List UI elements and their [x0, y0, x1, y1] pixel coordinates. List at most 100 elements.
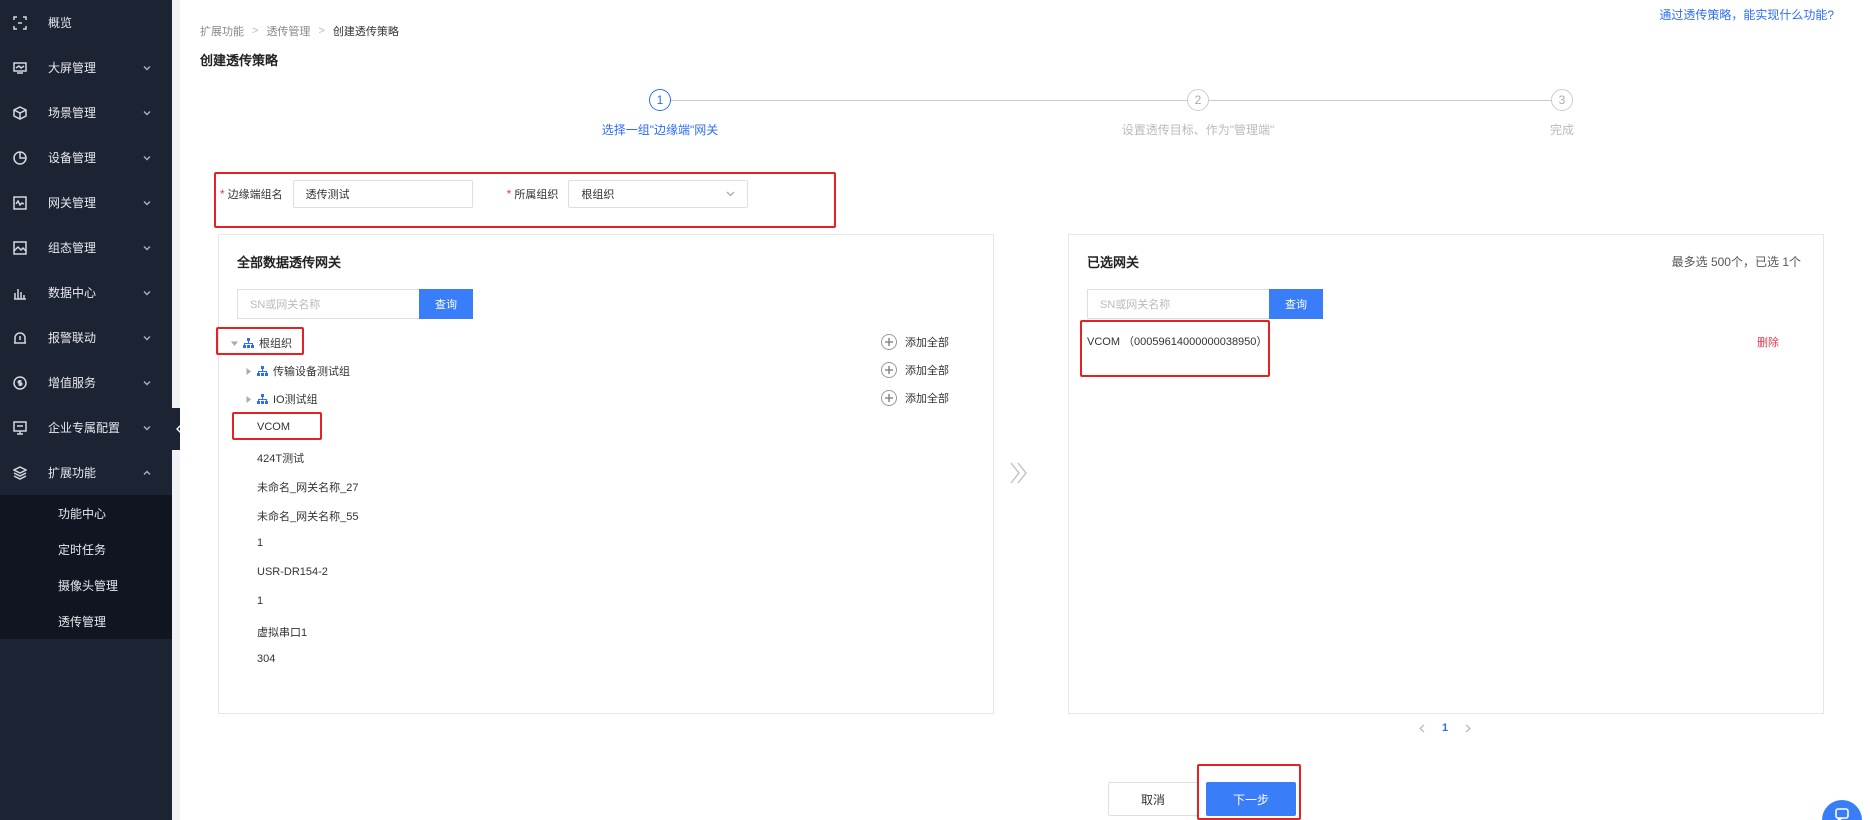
pagination: 1: [1416, 722, 1474, 734]
step-connector: [1209, 100, 1551, 101]
dollar-icon: [13, 375, 27, 390]
add-all-button[interactable]: 添加全部: [881, 334, 949, 350]
org-icon: [257, 393, 268, 405]
sidebar-item-enterprise[interactable]: 企业专属配置: [0, 405, 172, 450]
gateway-item[interactable]: 未命名_网关名称_55: [257, 508, 358, 524]
next-page-icon[interactable]: [1462, 722, 1474, 734]
sidebar: 概览 大屏管理 场景管理 设备管理 网关管理 组态管理 数据中心 报警联动 增值…: [0, 0, 172, 820]
panel-title: 全部数据透传网关: [237, 255, 342, 270]
sidebar-item-config[interactable]: 组态管理: [0, 225, 172, 270]
gateway-item[interactable]: 424T测试: [257, 450, 304, 466]
delete-button[interactable]: 删除: [1757, 334, 1779, 350]
breadcrumb-separator-icon: >: [318, 25, 325, 37]
chat-icon: [1835, 808, 1849, 820]
sidebar-item-scene[interactable]: 场景管理: [0, 90, 172, 135]
form-row: * 边缘端组名 透传测试 * 所属组织 根组织: [220, 180, 749, 208]
org-icon: [243, 337, 254, 349]
selection-count: 最多选 500个，已选 1个: [1671, 255, 1801, 269]
edge-group-label: 边缘端组名: [227, 189, 283, 201]
sidebar-subitem-passthrough[interactable]: 透传管理: [0, 603, 172, 639]
sidebar-item-data-center[interactable]: 数据中心: [0, 270, 172, 315]
scan-icon: [13, 15, 27, 30]
gateway-icon: [13, 195, 27, 210]
breadcrumb-current: 创建透传策略: [332, 26, 399, 38]
sidebar-item-extensions[interactable]: 扩展功能: [0, 450, 172, 495]
search-row: SN或网关名称 查询: [237, 289, 473, 319]
tree-node-group[interactable]: IO测试组: [243, 388, 318, 410]
edge-group-name-input[interactable]: 透传测试: [292, 180, 473, 208]
sidebar-item-device[interactable]: 设备管理: [0, 135, 172, 180]
caret-down-icon[interactable]: [229, 338, 239, 348]
org-icon: [257, 365, 268, 377]
tree-node-root[interactable]: 根组织: [229, 332, 292, 354]
gateway-item[interactable]: 1: [257, 537, 263, 549]
chevron-down-icon: [142, 62, 152, 72]
gateway-item[interactable]: USR-DR154-2: [257, 566, 328, 578]
gateway-item[interactable]: VCOM: [257, 421, 290, 433]
panel-title: 已选网关: [1087, 255, 1140, 270]
step-connector: [661, 100, 1187, 101]
org-select[interactable]: 根组织: [568, 180, 749, 208]
step-2-indicator: 2: [1187, 89, 1209, 111]
config-icon: [13, 420, 27, 435]
chevron-down-icon: [142, 152, 152, 162]
alarm-icon: [13, 331, 27, 345]
right-search-button[interactable]: 查询: [1269, 289, 1323, 319]
sidebar-subitem-camera[interactable]: 摄像头管理: [0, 567, 172, 603]
step-1-label: 选择一组"边缘端"网关: [601, 123, 719, 137]
left-search-button[interactable]: 查询: [419, 289, 473, 319]
next-button[interactable]: 下一步: [1206, 782, 1296, 816]
sidebar-subitem-function-center[interactable]: 功能中心: [0, 495, 172, 531]
chevron-down-icon: [726, 191, 735, 197]
sidebar-item-screen[interactable]: 大屏管理: [0, 45, 172, 90]
right-search-input[interactable]: SN或网关名称: [1087, 289, 1269, 319]
page-title: 创建透传策略: [200, 53, 279, 68]
all-gateways-panel: 全部数据透传网关 SN或网关名称 查询 根组织 添加全部 传输设备测试组 添加全…: [218, 234, 994, 714]
page-number[interactable]: 1: [1442, 722, 1448, 734]
caret-right-icon[interactable]: [243, 366, 253, 376]
caret-right-icon[interactable]: [243, 394, 253, 404]
plus-circle-icon: [881, 390, 897, 406]
sidebar-subitem-scheduled-tasks[interactable]: 定时任务: [0, 531, 172, 567]
step-2-label: 设置透传目标、作为"管理端": [1121, 123, 1275, 137]
cancel-button[interactable]: 取消: [1108, 782, 1198, 816]
tree-node-group[interactable]: 传输设备测试组: [243, 360, 350, 382]
add-all-button[interactable]: 添加全部: [881, 362, 949, 378]
left-search-input[interactable]: SN或网关名称: [237, 289, 419, 319]
sidebar-item-alarm[interactable]: 报警联动: [0, 315, 172, 360]
breadcrumb: 扩展功能 > 透传管理 > 创建透传策略: [200, 23, 399, 39]
layers-icon: [13, 465, 27, 480]
monitor-icon: [13, 61, 27, 75]
breadcrumb-item[interactable]: 透传管理: [266, 23, 310, 39]
step-3-label: 完成: [1549, 123, 1575, 137]
add-all-button[interactable]: 添加全部: [881, 390, 949, 406]
bar-chart-icon: [13, 286, 27, 300]
step-3-indicator: 3: [1551, 89, 1573, 111]
required-mark: *: [506, 187, 512, 201]
plus-circle-icon: [881, 334, 897, 350]
plus-circle-icon: [881, 362, 897, 378]
cube-icon: [13, 105, 27, 120]
gateway-item[interactable]: 虚拟串口1: [257, 624, 307, 640]
image-icon: [13, 240, 27, 255]
chevron-down-icon: [142, 332, 152, 342]
chevron-up-icon: [142, 467, 152, 477]
breadcrumb-separator-icon: >: [252, 25, 259, 37]
submenu-extensions: 功能中心 定时任务 摄像头管理 透传管理: [0, 495, 172, 639]
chevron-down-icon: [142, 197, 152, 207]
sidebar-item-gateway[interactable]: 网关管理: [0, 180, 172, 225]
double-chevron-right-icon[interactable]: [1008, 460, 1028, 486]
prev-page-icon[interactable]: [1416, 722, 1428, 734]
gateway-item[interactable]: 未命名_网关名称_27: [257, 479, 358, 495]
breadcrumb-item[interactable]: 扩展功能: [200, 23, 244, 39]
gateway-item[interactable]: 1: [257, 595, 263, 607]
gateway-item[interactable]: 304: [257, 653, 275, 665]
chevron-down-icon: [142, 242, 152, 252]
help-link[interactable]: 通过透传策略，能实现什么功能?: [1659, 6, 1834, 23]
sidebar-item-value-added[interactable]: 增值服务: [0, 360, 172, 405]
main-panel: 扩展功能 > 透传管理 > 创建透传策略 创建透传策略 通过透传策略，能实现什么…: [180, 0, 1870, 820]
chevron-down-icon: [142, 287, 152, 297]
chevron-down-icon: [142, 107, 152, 117]
selected-gateway-item: VCOM （00059614000000038950）: [1087, 336, 1268, 348]
sidebar-item-overview[interactable]: 概览: [0, 0, 172, 45]
